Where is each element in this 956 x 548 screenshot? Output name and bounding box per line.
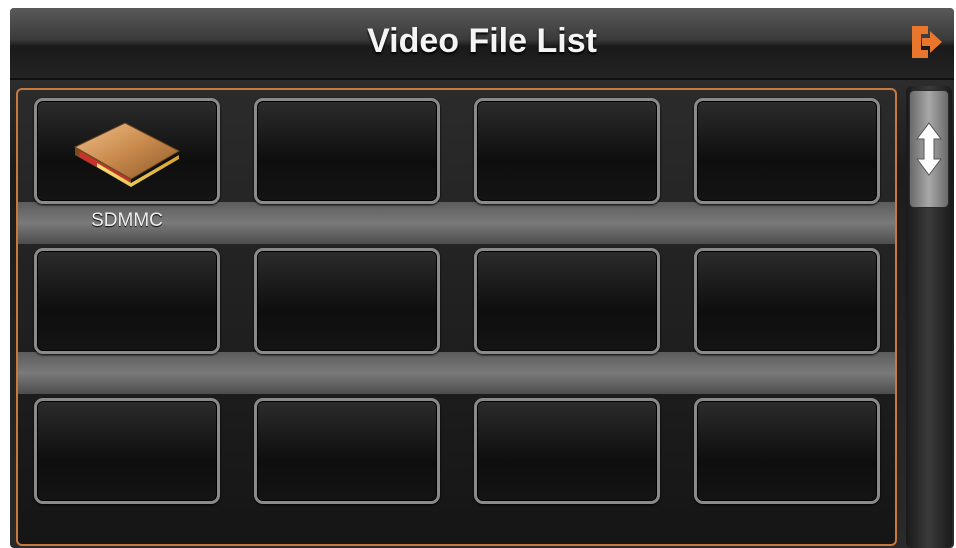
file-item-empty[interactable] bbox=[254, 98, 440, 204]
exit-button[interactable] bbox=[908, 22, 944, 62]
scroll-thumb[interactable] bbox=[909, 90, 949, 208]
up-down-arrow-icon bbox=[916, 122, 942, 176]
folder-icon bbox=[73, 122, 181, 187]
file-item-empty[interactable] bbox=[694, 398, 880, 504]
file-item-empty[interactable] bbox=[694, 98, 880, 204]
file-item-empty[interactable] bbox=[694, 248, 880, 354]
file-item-empty[interactable] bbox=[34, 398, 220, 504]
row-band bbox=[18, 352, 895, 394]
video-file-list-screen: Video File List SDMMC bbox=[10, 8, 954, 548]
title-bar: Video File List bbox=[10, 8, 954, 80]
page-title: Video File List bbox=[367, 22, 597, 60]
file-item-empty[interactable] bbox=[474, 248, 660, 354]
file-item-empty[interactable] bbox=[474, 398, 660, 504]
file-grid-panel: SDMMC bbox=[16, 88, 897, 546]
file-item-label: SDMMC bbox=[91, 210, 163, 231]
file-item-sdmmc[interactable] bbox=[34, 98, 220, 204]
exit-icon bbox=[912, 26, 942, 58]
file-item-empty[interactable] bbox=[254, 398, 440, 504]
file-item-empty[interactable] bbox=[254, 248, 440, 354]
vertical-scrollbar[interactable] bbox=[906, 86, 952, 548]
file-item-empty[interactable] bbox=[34, 248, 220, 354]
file-item-empty[interactable] bbox=[474, 98, 660, 204]
